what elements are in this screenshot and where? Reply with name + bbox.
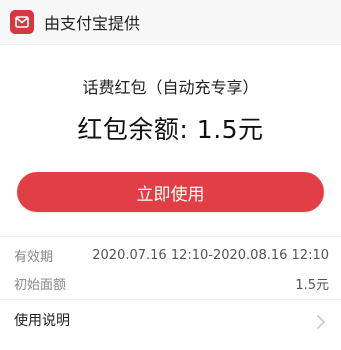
initial-amount-row: 初始面额 1.5元 bbox=[0, 268, 341, 298]
divider bbox=[0, 236, 341, 237]
initial-amount-value: 1.5元 bbox=[295, 277, 329, 293]
validity-row: 有效期 2020.07.16 12:10-2020.08.16 12:10 bbox=[0, 240, 341, 270]
usage-instructions-label: 使用说明 bbox=[14, 313, 70, 329]
usage-instructions-row[interactable]: 使用说明 bbox=[0, 304, 341, 336]
red-envelope-page: 由支付宝提供 话费红包（自动充专享） 红包余额: 1.5元 立即使用 有效期 2… bbox=[0, 0, 341, 350]
initial-amount-label: 初始面额 bbox=[14, 277, 67, 293]
provider-text: 由支付宝提供 bbox=[44, 14, 141, 33]
provider-header: 由支付宝提供 bbox=[0, 0, 341, 45]
validity-label: 有效期 bbox=[14, 249, 54, 265]
red-envelope-icon bbox=[10, 10, 34, 34]
use-now-button[interactable]: 立即使用 bbox=[17, 172, 324, 212]
balance-amount: 红包余额: 1.5元 bbox=[77, 115, 264, 144]
divider bbox=[0, 299, 341, 300]
validity-value: 2020.07.16 12:10-2020.08.16 12:10 bbox=[92, 247, 329, 263]
coupon-subtitle: 话费红包（自动充专享） bbox=[82, 78, 259, 97]
chevron-right-icon bbox=[317, 314, 325, 333]
